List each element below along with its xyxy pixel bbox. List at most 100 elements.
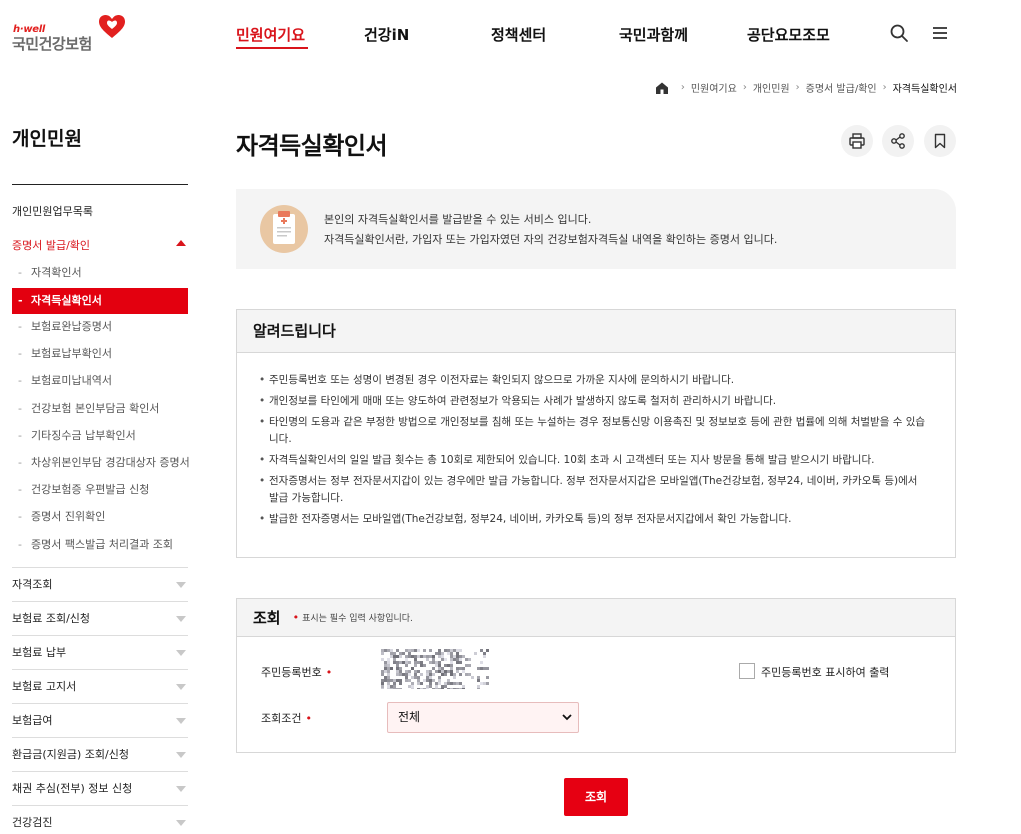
sidebar-item-certificates[interactable]: 증명서 발급/확인 [12, 237, 90, 253]
required-note-text: 표시는 필수 입력 사항입니다. [302, 614, 413, 624]
sidebar-subitem[interactable]: - 보험료완납증명서 [12, 314, 188, 340]
gnb-item-about[interactable]: 공단요모조모 [747, 24, 830, 45]
chevron-down-icon [176, 684, 186, 690]
logo-title: 국민건강보험 [12, 35, 92, 53]
rrn-label: 주민등록번호 • [261, 664, 332, 680]
rrn-label-text: 주민등록번호 [261, 666, 322, 679]
sidebar-subitem-label: 자격확인서 [31, 266, 82, 279]
breadcrumb-item[interactable]: 개인민원 [753, 80, 790, 95]
chevron-down-icon [176, 650, 186, 656]
sidebar-subitem-label: 보험료미납내역서 [31, 374, 112, 387]
condition-select-value: 전체 [398, 710, 421, 724]
home-icon[interactable] [655, 81, 669, 95]
sidebar-category[interactable]: 건강검진 [12, 805, 188, 834]
print-button[interactable] [841, 125, 873, 157]
page-title: 자격득실확인서 [236, 132, 388, 160]
sidebar-category[interactable]: 보험료 고지서 [12, 669, 188, 703]
sidebar-subitem[interactable]: - 증명서 진위확인 [12, 504, 188, 530]
sidebar-subitem-label: 자격득실확인서 [31, 294, 102, 307]
breadcrumb-current: 자격득실확인서 [892, 84, 957, 95]
sidebar-subitem[interactable]: - 건강보험증 우편발급 신청 [12, 477, 188, 503]
required-note: • 표시는 필수 입력 사항입니다. [293, 611, 413, 624]
breadcrumb-separator: › [795, 82, 800, 93]
hamburger-menu-icon[interactable] [930, 23, 950, 43]
sidebar-title: 개인민원 [12, 128, 82, 150]
breadcrumb-separator: › [882, 82, 887, 93]
sidebar-subitem-active[interactable]: - 자격득실확인서 [12, 288, 188, 314]
show-rrn-checkbox-label[interactable]: 주민등록번호 표시하여 출력 [761, 664, 889, 680]
notice-title: 알려드립니다 [237, 310, 955, 353]
chevron-down-icon [176, 616, 186, 622]
search-icon[interactable] [889, 23, 909, 43]
notice-item: 타인명의 도용과 같은 부정한 방법으로 개인정보를 침해 또는 누설하는 경우… [259, 414, 927, 448]
sidebar-subitem-label: 기타징수금 납부확인서 [31, 429, 136, 442]
gnb-active-underline [236, 47, 308, 49]
sidebar-divider [12, 184, 188, 185]
sidebar-subitem-label: 증명서 팩스발급 처리결과 조회 [31, 538, 174, 551]
notice-item: 자격득실확인서의 일일 발급 횟수는 총 10회로 제한되어 있습니다. 10회… [259, 452, 927, 469]
intro-text: 본인의 자격득실확인서를 발급받을 수 있는 서비스 입니다. 자격득실확인서란… [324, 210, 777, 250]
chevron-up-icon[interactable] [176, 240, 186, 246]
breadcrumb-item[interactable]: 민원여기요 [691, 80, 737, 95]
condition-select[interactable]: 전체 [387, 702, 579, 733]
bookmark-button[interactable] [924, 125, 956, 157]
search-form-title: 조회 [253, 609, 281, 627]
sidebar-category[interactable]: 채권 추심(전부) 정보 신청 [12, 771, 188, 805]
sidebar-category-label: 채권 추심(전부) 정보 신청 [12, 782, 133, 795]
intro-line: 본인의 자격득실확인서를 발급받을 수 있는 서비스 입니다. [324, 213, 592, 226]
chevron-down-icon [176, 718, 186, 724]
condition-label-text: 조회조건 [261, 712, 302, 725]
sidebar-subitem[interactable]: - 기타징수금 납부확인서 [12, 423, 188, 449]
sidebar-subitem[interactable]: - 보험료미납내역서 [12, 368, 188, 394]
search-form: 조회 • 표시는 필수 입력 사항입니다. 주민등록번호 • 주민등록번호 표시하여… [236, 598, 956, 753]
sidebar-category[interactable]: 보험료 납부 [12, 635, 188, 669]
share-icon [891, 133, 905, 149]
sidebar-category-label: 자격조회 [12, 578, 53, 591]
sidebar-category[interactable]: 보험급여 [12, 703, 188, 737]
breadcrumb-separator: › [680, 82, 685, 93]
sidebar-subitem[interactable]: - 증명서 팩스발급 처리결과 조회 [12, 532, 188, 558]
sidebar-category-label: 건강검진 [12, 816, 53, 829]
condition-label: 조회조건 • [261, 710, 312, 726]
certificate-icon [260, 205, 308, 253]
sidebar-category[interactable]: 환급금(지원금) 조회/신청 [12, 737, 188, 771]
breadcrumb-separator: › [742, 82, 747, 93]
chevron-down-icon [176, 786, 186, 792]
notice-item: 주민등록번호 또는 성명이 변경된 경우 이전자료는 확인되지 않으므로 가까운… [259, 372, 927, 389]
gnb-item-minwon[interactable]: 민원여기요 [236, 24, 305, 45]
required-mark: • [292, 611, 300, 624]
print-icon [849, 133, 865, 149]
sidebar-category-label: 보험료 조회/신청 [12, 612, 91, 625]
notice-list: 주민등록번호 또는 성명이 변경된 경우 이전자료는 확인되지 않으므로 가까운… [237, 353, 927, 528]
sidebar-item-work-list[interactable]: 개인민원업무목록 [12, 203, 93, 219]
gnb-item-with-people[interactable]: 국민과함께 [619, 24, 688, 45]
chevron-down-icon [176, 820, 186, 826]
sidebar-subitem[interactable]: - 보험료납부확인서 [12, 341, 188, 367]
gnb-item-policy-center[interactable]: 정책센터 [491, 24, 546, 45]
sidebar-category-label: 환급금(지원금) 조회/신청 [12, 748, 129, 761]
sidebar-subitem-label: 건강보험증 우편발급 신청 [31, 483, 150, 496]
chevron-down-icon [562, 714, 572, 721]
required-mark: • [325, 666, 333, 679]
sidebar-subitem[interactable]: - 차상위본인부담 경감대상자 증명서 [12, 450, 190, 476]
search-form-header: 조회 • 표시는 필수 입력 사항입니다. [237, 599, 955, 637]
sidebar-category-label: 보험료 고지서 [12, 680, 77, 693]
heart-logo-icon [99, 15, 125, 38]
notice-item: 발급한 전자증명서는 모바일앱(The건강보험, 정부24, 네이버, 카카오톡… [259, 511, 927, 528]
site-logo[interactable]: h·well 국민건강보험 [12, 14, 132, 54]
notice-box: 알려드립니다 주민등록번호 또는 성명이 변경된 경우 이전자료는 확인되지 않… [236, 309, 956, 558]
sidebar-subitem[interactable]: - 건강보험 본인부담금 확인서 [12, 396, 188, 422]
sidebar-subitem-label: 보험료납부확인서 [31, 347, 112, 360]
intro-line: 자격득실확인서란, 가입자 또는 가입자였던 자의 건강보험자격득실 내역을 확… [324, 233, 778, 246]
show-rrn-checkbox[interactable] [739, 663, 755, 679]
gnb-item-health-in[interactable]: 건강iN [364, 24, 409, 45]
sidebar-category[interactable]: 자격조회 [12, 567, 188, 601]
sidebar-category[interactable]: 보험료 조회/신청 [12, 601, 188, 635]
search-submit-button[interactable]: 조회 [564, 778, 628, 816]
sidebar-subitem-label: 차상위본인부담 경감대상자 증명서 [31, 456, 190, 469]
sidebar-subitem[interactable]: - 자격확인서 [12, 260, 188, 286]
share-button[interactable] [882, 125, 914, 157]
notice-item: 전자증명서는 정부 전자문서지갑이 있는 경우에만 발급 가능합니다. 정부 전… [259, 473, 927, 507]
breadcrumb-item[interactable]: 증명서 발급/확인 [806, 80, 877, 95]
notice-item: 개인정보를 타인에게 매매 또는 양도하여 관련정보가 악용되는 사례가 발생하… [259, 393, 927, 410]
